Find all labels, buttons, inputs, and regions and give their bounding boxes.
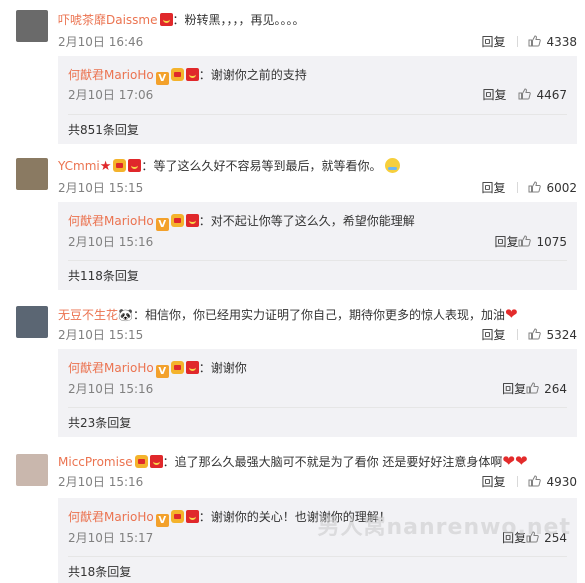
- member-crown-icon: [134, 455, 148, 468]
- reply-username[interactable]: 何猷君MarioHo: [68, 510, 154, 524]
- reply-text: 对不起让你等了这么久，希望你能理解: [210, 214, 415, 228]
- reply-actions: 回复 264: [502, 381, 567, 397]
- member-crown-icon: [170, 361, 184, 374]
- avatar[interactable]: [16, 306, 48, 338]
- divider: [517, 329, 519, 340]
- weibo-badge-icon: [185, 214, 199, 227]
- thumbs-up-icon: [528, 181, 542, 193]
- weibo-badge-icon: [185, 510, 199, 523]
- reply-date: 2月10日 17:06: [68, 88, 154, 102]
- reply-text: 谢谢你: [210, 361, 247, 375]
- comment-text: 相信你，你已经用实力证明了你自己，期待你更多的惊人表现，加油: [144, 308, 505, 322]
- weibo-badge-icon: [128, 159, 142, 172]
- reply-username[interactable]: 何猷君MarioHo: [68, 214, 154, 228]
- reply-count-link[interactable]: 共118条回复: [68, 260, 567, 284]
- comment-actions: 回复 4338: [481, 34, 577, 50]
- reply-count-link[interactable]: 共851条回复: [68, 114, 567, 138]
- reply-button[interactable]: 回复: [481, 35, 505, 49]
- avatar[interactable]: [16, 454, 48, 486]
- reply-button[interactable]: 回复: [481, 328, 505, 342]
- emoji-icon: [385, 158, 401, 173]
- weibo-badge-icon: [149, 455, 163, 468]
- reply-box: 何猷君MarioHo V ：谢谢你 2月10日 15:16 回复 264 共23条回复: [58, 349, 577, 437]
- reply-button[interactable]: 回复: [494, 235, 518, 249]
- thumbs-up-icon: [518, 235, 532, 247]
- reply-text: 谢谢你之前的支持: [210, 68, 307, 82]
- reply-button[interactable]: 回复: [502, 382, 526, 396]
- thumbs-up-icon: [528, 35, 542, 47]
- avatar[interactable]: [16, 10, 48, 42]
- verified-v-icon: V: [155, 218, 169, 231]
- reply-count-link[interactable]: 共18条回复: [68, 556, 567, 580]
- heart-icon: ❤: [515, 452, 528, 470]
- reply-button[interactable]: 回复: [481, 475, 505, 489]
- like-count: 264: [544, 382, 567, 396]
- reply-count-link[interactable]: 共23条回复: [68, 407, 567, 431]
- comment-text: 等了这么久好不容易等到最后，就等看你。: [153, 159, 382, 173]
- like-button[interactable]: 4930: [528, 475, 577, 489]
- member-crown-icon: [170, 510, 184, 523]
- verified-v-icon: V: [155, 365, 169, 378]
- reply-date: 2月10日 15:16: [68, 235, 154, 249]
- like-button[interactable]: 264: [526, 382, 567, 396]
- watermark: 男人窝nanrenwo.net: [317, 515, 571, 540]
- comment-username[interactable]: 吓唬茶靡Daissme: [58, 13, 158, 27]
- divider: [517, 476, 519, 487]
- like-count: 4930: [546, 475, 577, 489]
- verified-v-icon: V: [155, 514, 169, 527]
- divider: [517, 36, 519, 47]
- reply-username[interactable]: 何猷君MarioHo: [68, 68, 154, 82]
- reply-box: 何猷君MarioHo V ：谢谢你之前的支持 2月10日 17:06 回复 4467 …: [58, 56, 577, 144]
- reply-actions: 回复 4467: [482, 87, 567, 103]
- member-crown-icon: [113, 159, 127, 172]
- comment-date: 2月10日 16:46: [58, 35, 144, 49]
- comment-username[interactable]: 无豆不生花: [58, 308, 118, 322]
- reply-button[interactable]: 回复: [481, 181, 505, 195]
- reply-box: 何猷君MarioHo V ：对不起让你等了这么久，希望你能理解 2月10日 15:1…: [58, 202, 577, 290]
- like-button[interactable]: 5324: [528, 328, 577, 342]
- thumbs-up-icon: [518, 88, 532, 100]
- like-count: 4338: [546, 35, 577, 49]
- reply-button[interactable]: 回复: [482, 88, 506, 102]
- like-button[interactable]: 1075: [518, 235, 567, 249]
- like-button[interactable]: 4467: [518, 88, 567, 102]
- comment-date: 2月10日 15:15: [58, 181, 144, 195]
- avatar[interactable]: [16, 158, 48, 190]
- thumbs-up-icon: [528, 475, 542, 487]
- weibo-badge-icon: [185, 361, 199, 374]
- comment-text: 粉转黑，，，，再见。。。。: [184, 13, 305, 27]
- comment-username[interactable]: YCmmi: [58, 159, 100, 173]
- comment-actions: 回复 5324: [481, 327, 577, 343]
- comment-date: 2月10日 15:16: [58, 475, 144, 489]
- weibo-badge-icon: [185, 68, 199, 81]
- verified-v-icon: V: [155, 72, 169, 85]
- like-button[interactable]: 4338: [528, 35, 577, 49]
- comment-username[interactable]: MiccPromise: [58, 455, 133, 469]
- heart-icon: ❤: [505, 305, 518, 323]
- thumbs-up-icon: [526, 382, 539, 394]
- member-crown-icon: [170, 68, 184, 81]
- reply-actions: 回复 1075: [494, 234, 567, 250]
- weibo-badge-icon: [159, 13, 173, 26]
- like-button[interactable]: 6002: [528, 181, 577, 195]
- heart-icon: ❤: [502, 452, 515, 470]
- like-count: 1075: [536, 235, 567, 249]
- divider: [517, 182, 519, 193]
- thumbs-up-icon: [528, 328, 542, 340]
- like-count: 5324: [546, 328, 577, 342]
- comment-actions: 回复 4930: [481, 474, 577, 490]
- comment-date: 2月10日 15:15: [58, 328, 144, 342]
- like-count: 6002: [546, 181, 577, 195]
- comment-text: 追了那么久最强大脑可不就是为了看你 还是要好好注意身体啊: [174, 455, 503, 469]
- reply-date: 2月10日 15:17: [68, 531, 154, 545]
- reply-username[interactable]: 何猷君MarioHo: [68, 361, 154, 375]
- comment-actions: 回复 6002: [481, 180, 577, 196]
- like-count: 4467: [536, 88, 567, 102]
- panda-icon: 🐼: [118, 308, 133, 322]
- star-icon: ★: [99, 159, 112, 174]
- member-crown-icon: [170, 214, 184, 227]
- reply-date: 2月10日 15:16: [68, 382, 154, 396]
